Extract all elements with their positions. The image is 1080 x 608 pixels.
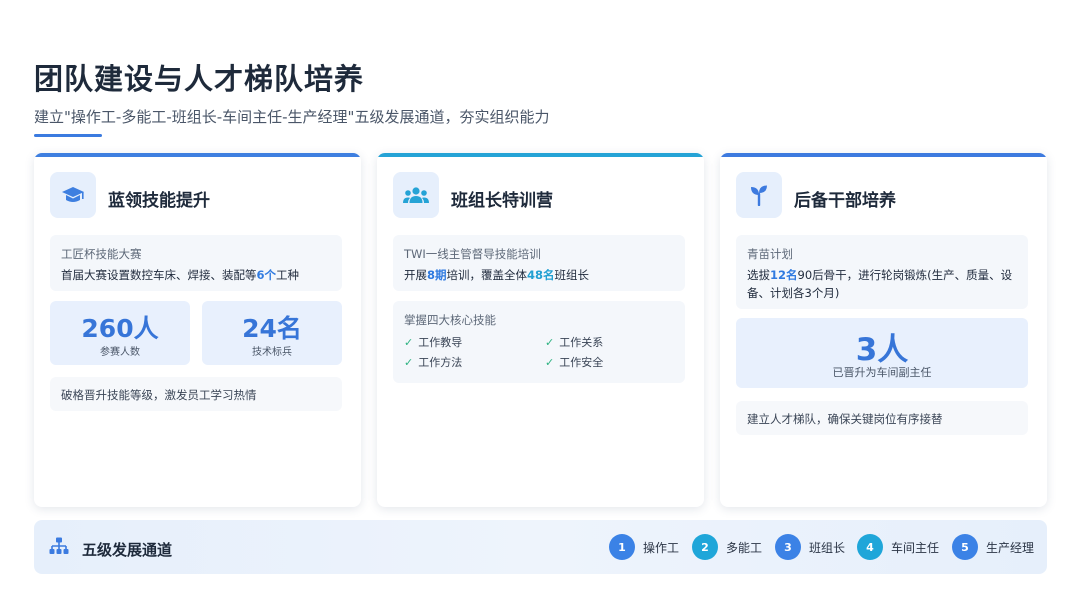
seedling-plan-box: 青苗计划 选拔12名90后骨干，进行轮岗锻炼(生产、质量、设备、计划各3个月)	[736, 235, 1028, 309]
promotion-stat: 3人 已晋升为车间副主任	[736, 318, 1028, 388]
check-icon: ✓	[545, 356, 555, 369]
card-top-bar	[377, 153, 704, 157]
competition-desc: 首届大赛设置数控车床、焊接、装配等6个工种	[61, 268, 300, 282]
skill-item: ✓ 工作关系	[545, 336, 604, 349]
step-label: 班组长	[809, 540, 846, 555]
card-note: 破格晋升技能等级，激发员工学习热情	[50, 377, 342, 411]
card-team-leader-camp: 班组长特训营 TWI一线主管督导技能培训 开展8期培训，覆盖全体48名班组长 掌…	[377, 153, 704, 507]
seedling-plan-desc: 选拔12名90后骨干，进行轮岗锻炼(生产、质量、设备、计划各3个月)	[747, 268, 1013, 300]
card-title: 后备干部培养	[794, 191, 896, 211]
card-title: 班组长特训营	[451, 191, 553, 211]
step-number: 1	[609, 534, 635, 560]
stat-participants: 260人 参赛人数	[50, 301, 190, 365]
step-label: 生产经理	[986, 540, 1035, 555]
career-step-5: 5 生产经理	[952, 534, 1034, 560]
title-accent-line	[34, 134, 102, 137]
competition-box: 工匠杯技能大赛 首届大赛设置数控车床、焊接、装配等6个工种	[50, 235, 342, 291]
stat-caption: 技术标兵	[252, 347, 292, 358]
check-icon: ✓	[404, 356, 414, 369]
step-number: 2	[692, 534, 718, 560]
core-skills-label: 掌握四大核心技能	[404, 313, 496, 327]
card-blue-collar-skills: 蓝领技能提升 工匠杯技能大赛 首届大赛设置数控车床、焊接、装配等6个工种 260…	[34, 153, 361, 507]
stat-value: 260人	[81, 314, 159, 343]
step-label: 操作工	[643, 540, 680, 555]
career-step-2: 2 多能工	[692, 534, 762, 560]
step-label: 车间主任	[891, 540, 940, 555]
competition-label: 工匠杯技能大赛	[61, 247, 142, 261]
skill-item: ✓ 工作安全	[545, 356, 604, 369]
core-skills-box: 掌握四大核心技能 ✓ 工作教导 ✓ 工作关系 ✓ 工作方法 ✓ 工作安全	[393, 301, 685, 383]
card-top-bar	[34, 153, 361, 157]
card-reserve-cadre: 后备干部培养 青苗计划 选拔12名90后骨干，进行轮岗锻炼(生产、质量、设备、计…	[720, 153, 1047, 507]
career-step-1: 1 操作工	[609, 534, 679, 560]
step-label: 多能工	[726, 540, 763, 555]
twi-label: TWI一线主管督导技能培训	[404, 247, 541, 261]
step-number: 3	[775, 534, 801, 560]
check-icon: ✓	[404, 336, 414, 349]
card-title: 蓝领技能提升	[108, 191, 210, 211]
stat-caption: 参赛人数	[100, 347, 140, 358]
seedling-plan-label: 青苗计划	[747, 247, 793, 261]
stat-caption: 已晋升为车间副主任	[832, 366, 932, 379]
users-icon	[393, 172, 439, 218]
check-icon: ✓	[545, 336, 555, 349]
career-path-title: 五级发展通道	[82, 541, 173, 559]
stat-value: 3人	[855, 332, 909, 368]
card-note: 建立人才梯队，确保关键岗位有序接替	[736, 401, 1028, 435]
twi-desc: 开展8期培训，覆盖全体48名班组长	[404, 268, 590, 282]
stat-value: 24名	[242, 314, 302, 343]
card-top-bar	[720, 153, 1047, 157]
career-step-4: 4 车间主任	[857, 534, 939, 560]
graduation-cap-icon	[50, 172, 96, 218]
career-path-bar: 五级发展通道 1 操作工 2 多能工 3 班组长 4 车间主任 5 生产经理	[34, 520, 1047, 574]
page-subtitle: 建立"操作工-多能工-班组长-车间主任-生产经理"五级发展通道，夯实组织能力	[34, 108, 550, 126]
skill-item: ✓ 工作方法	[404, 356, 463, 369]
step-number: 5	[952, 534, 978, 560]
step-number: 4	[857, 534, 883, 560]
skill-item: ✓ 工作教导	[404, 336, 463, 349]
stat-technical-models: 24名 技术标兵	[202, 301, 342, 365]
career-step-3: 3 班组长	[775, 534, 845, 560]
org-chart-icon	[49, 537, 69, 561]
page-title: 团队建设与人才梯队培养	[34, 62, 365, 96]
sprout-icon	[736, 172, 782, 218]
twi-training-box: TWI一线主管督导技能培训 开展8期培训，覆盖全体48名班组长	[393, 235, 685, 291]
